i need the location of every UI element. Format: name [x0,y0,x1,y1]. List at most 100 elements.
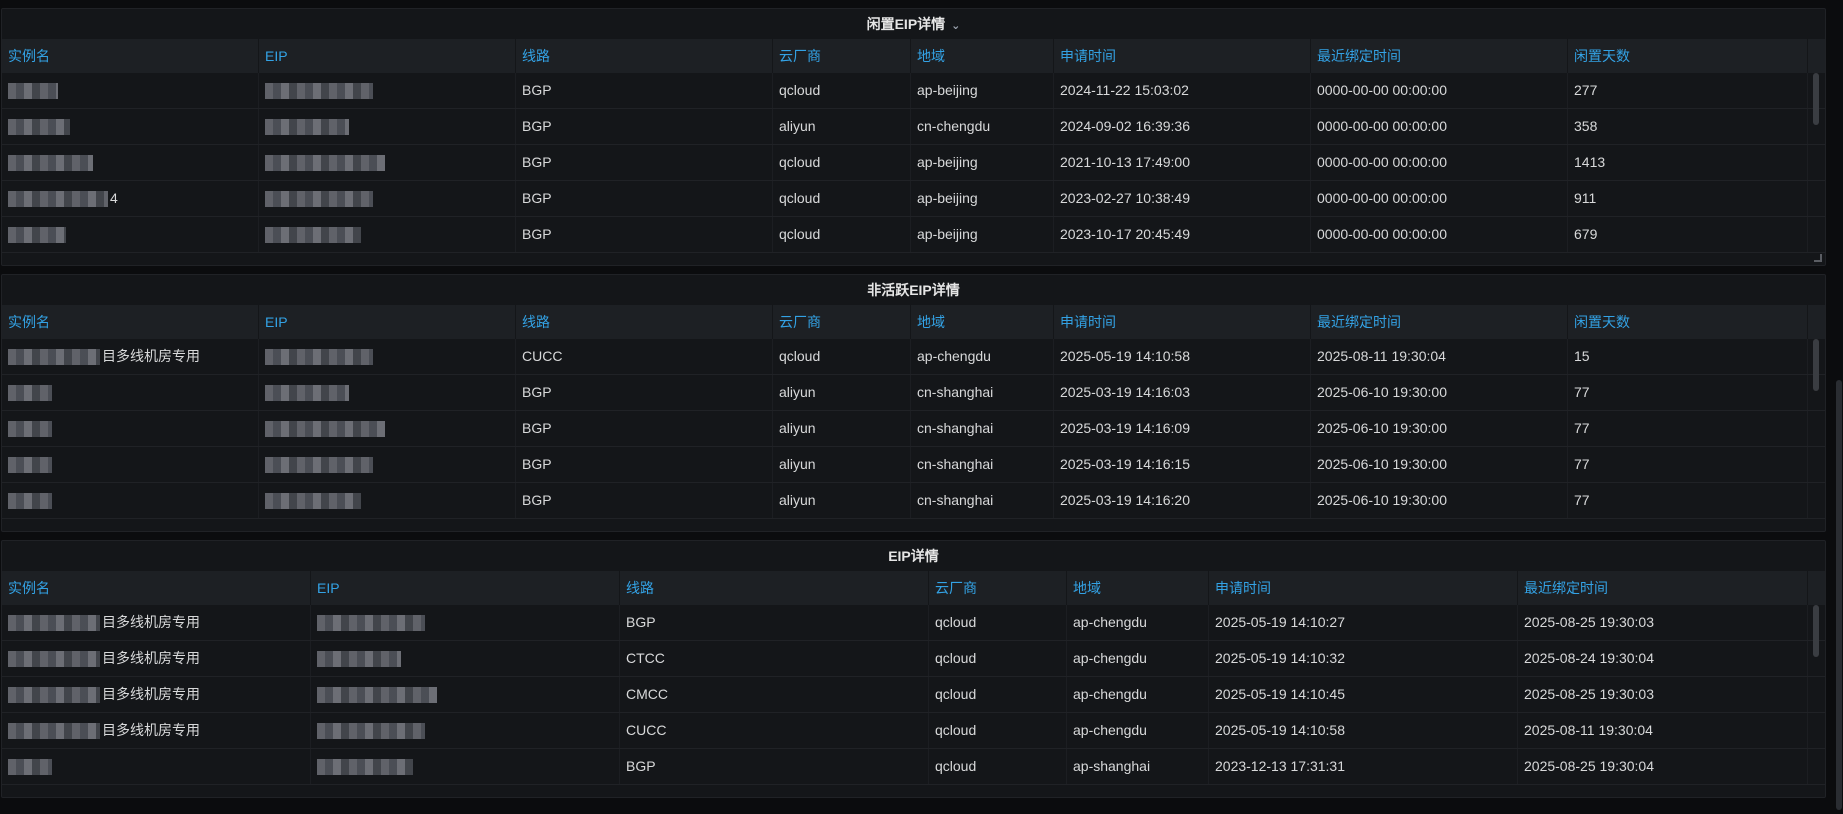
column-header-eip[interactable]: EIP [259,305,516,339]
cell-eip [259,145,516,180]
table-scrollbar[interactable] [1813,339,1819,391]
column-header-instance[interactable]: 实例名 [2,305,259,339]
idle-eip-panel: 闲置EIP详情 ⌄ 实例名 EIP 线路 云厂商 地域 申请时间 最近绑定时间 闲置天数 BGP q… [1,8,1826,266]
column-header-instance[interactable]: 实例名 [2,39,259,73]
cell-line: BGP [516,145,773,180]
cell-instance: 4 [2,181,259,216]
redacted-eip [317,651,401,668]
cell-bind-time: 2025-08-25 19:30:04 [1518,749,1808,784]
cell-eip [311,749,620,784]
cell-instance [2,749,311,784]
redacted-instance-name [8,83,58,100]
cell-apply-time: 2024-09-02 16:39:36 [1054,109,1311,144]
table-row[interactable]: BGP qcloud ap-shanghai 2023-12-13 17:31:31 2… [2,749,1825,785]
redacted-eip [265,119,349,136]
cell-eip [311,677,620,712]
column-header-line[interactable]: 线路 [516,305,773,339]
column-header-apply-time[interactable]: 申请时间 [1054,39,1311,73]
cell-eip [259,375,516,410]
cell-eip [311,713,620,748]
table-row[interactable]: BGP aliyun cn-shanghai 2025-03-19 14:16:15 2… [2,447,1825,483]
cell-region: ap-chengdu [1067,713,1209,748]
table-row[interactable]: 4 BGP qcloud ap-beijing 2023-02-27 10:38:49 0… [2,181,1825,217]
column-header-vendor[interactable]: 云厂商 [929,571,1067,605]
redacted-instance-name [8,191,108,208]
cell-vendor: aliyun [773,375,911,410]
cell-idle-days: 358 [1568,109,1808,144]
redacted-eip [317,687,437,704]
table-row[interactable]: 目多线机房专用 CUCC qcloud ap-chengdu 2025-05-19 14… [2,713,1825,749]
table-scrollbar[interactable] [1813,73,1819,125]
column-header-instance[interactable]: 实例名 [2,571,311,605]
column-header-line[interactable]: 线路 [620,571,929,605]
chevron-down-icon[interactable]: ⌄ [951,20,960,32]
cell-idle-days: 15 [1568,339,1808,374]
column-header-eip[interactable]: EIP [311,571,620,605]
table-scrollbar[interactable] [1813,605,1819,657]
table-row[interactable]: BGP aliyun cn-chengdu 2024-09-02 16:39:36 00… [2,109,1825,145]
cell-instance [2,447,259,482]
redacted-instance-name [8,349,100,366]
column-header-idle-days[interactable]: 闲置天数 [1568,39,1808,73]
panel-title[interactable]: 闲置EIP详情 ⌄ [2,9,1825,39]
redacted-eip [265,349,373,366]
redacted-eip [317,615,425,632]
cell-eip [259,483,516,518]
column-header-line[interactable]: 线路 [516,39,773,73]
cell-bind-time: 2025-08-11 19:30:04 [1311,339,1568,374]
resize-handle-icon[interactable] [1814,254,1822,262]
table-row[interactable]: BGP qcloud ap-beijing 2024-11-22 15:03:02 00… [2,73,1825,109]
redacted-instance-name [8,385,52,402]
panel-title[interactable]: EIP详情 [2,541,1825,571]
cell-bind-time: 2025-06-10 19:30:00 [1311,375,1568,410]
column-header-apply-time[interactable]: 申请时间 [1209,571,1518,605]
cell-instance [2,73,259,108]
cell-vendor: qcloud [929,641,1067,676]
cell-line: CTCC [620,641,929,676]
cell-eip [259,447,516,482]
column-header-eip[interactable]: EIP [259,39,516,73]
cell-idle-days: 77 [1568,483,1808,518]
cell-idle-days: 77 [1568,411,1808,446]
instance-name-suffix: 4 [110,190,118,206]
cell-idle-days: 277 [1568,73,1808,108]
panel-title-text: EIP详情 [888,548,939,564]
table-row[interactable]: 目多线机房专用 CTCC qcloud ap-chengdu 2025-05-19 14… [2,641,1825,677]
redacted-instance-name [8,155,93,172]
column-header-bind-time[interactable]: 最近绑定时间 [1518,571,1808,605]
redacted-instance-name [8,493,52,510]
cell-idle-days: 1413 [1568,145,1808,180]
column-header-bind-time[interactable]: 最近绑定时间 [1311,305,1568,339]
column-header-apply-time[interactable]: 申请时间 [1054,305,1311,339]
column-header-vendor[interactable]: 云厂商 [773,305,911,339]
table-row[interactable]: BGP qcloud ap-beijing 2023-10-17 20:45:49 00… [2,217,1825,253]
table-row[interactable]: 目多线机房专用 CUCC qcloud ap-chengdu 2025-05-19 14… [2,339,1825,375]
table-row[interactable]: BGP qcloud ap-beijing 2021-10-13 17:49:00 00… [2,145,1825,181]
cell-eip [259,109,516,144]
column-header-vendor[interactable]: 云厂商 [773,39,911,73]
cell-vendor: qcloud [929,749,1067,784]
table-row[interactable]: BGP aliyun cn-shanghai 2025-03-19 14:16:03 2… [2,375,1825,411]
cell-vendor: qcloud [773,145,911,180]
page-scrollbar[interactable] [1835,0,1843,814]
redacted-eip [265,227,361,244]
table-row[interactable]: 目多线机房专用 BGP qcloud ap-chengdu 2025-05-19 14:… [2,605,1825,641]
cell-bind-time: 2025-08-24 19:30:04 [1518,641,1808,676]
column-header-idle-days[interactable]: 闲置天数 [1568,305,1808,339]
table-row[interactable]: 目多线机房专用 CMCC qcloud ap-chengdu 2025-05-19 14… [2,677,1825,713]
column-header-bind-time[interactable]: 最近绑定时间 [1311,39,1568,73]
panel-title[interactable]: 非活跃EIP详情 [2,275,1825,305]
cell-instance [2,145,259,180]
cell-apply-time: 2025-03-19 14:16:20 [1054,483,1311,518]
cell-idle-days: 77 [1568,447,1808,482]
cell-region: ap-chengdu [911,339,1054,374]
column-header-region[interactable]: 地域 [911,305,1054,339]
cell-instance: 目多线机房专用 [2,605,311,640]
column-header-region[interactable]: 地域 [911,39,1054,73]
table-header: 实例名 EIP 线路 云厂商 地域 申请时间 最近绑定时间 闲置天数 [2,305,1825,339]
cell-eip [259,181,516,216]
table-row[interactable]: BGP aliyun cn-shanghai 2025-03-19 14:16:20 2… [2,483,1825,519]
column-header-region[interactable]: 地域 [1067,571,1209,605]
table-row[interactable]: BGP aliyun cn-shanghai 2025-03-19 14:16:09 2… [2,411,1825,447]
page-scrollbar-thumb[interactable] [1836,380,1842,810]
